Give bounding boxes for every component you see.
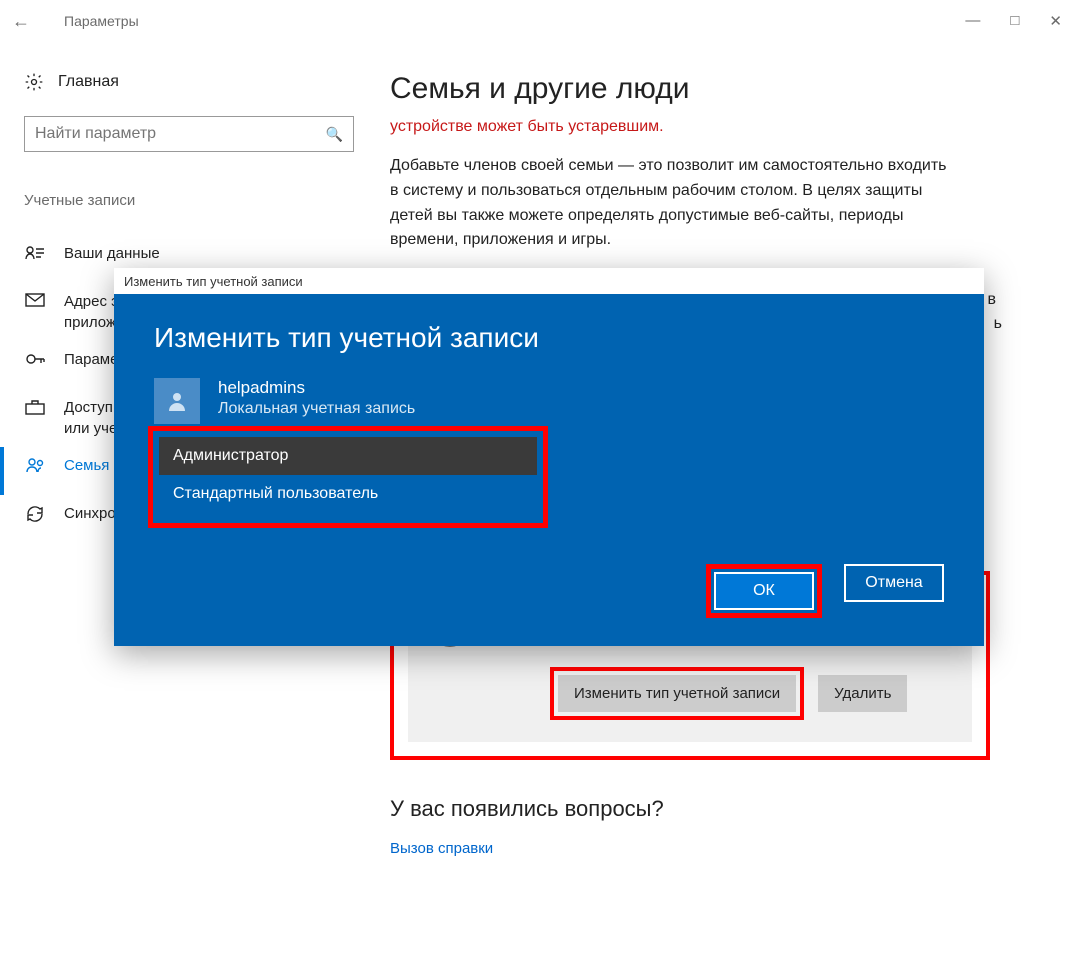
key-icon (24, 349, 46, 367)
avatar-icon (154, 378, 200, 424)
ok-button[interactable]: ОК (714, 572, 814, 610)
change-account-type-dialog: Изменить тип учетной записи Изменить тип… (114, 268, 984, 646)
people-icon (24, 455, 46, 473)
mail-icon (24, 291, 46, 307)
briefcase-icon (24, 397, 46, 415)
gear-icon (24, 72, 44, 92)
help-link[interactable]: Вызов справки (390, 840, 493, 857)
account-type-dropdown[interactable]: Администратор Стандартный пользователь (159, 437, 537, 513)
page-title: Семья и другие люди (390, 72, 1012, 106)
ok-button-highlight: ОК (706, 564, 822, 618)
sidebar-item-label: Ваши данные (64, 243, 160, 264)
maximize-icon[interactable]: □ (1010, 12, 1019, 30)
dialog-heading: Изменить тип учетной записи (154, 322, 944, 354)
section-heading: Учетные записи (24, 192, 390, 209)
home-label: Главная (58, 73, 119, 91)
dialog-titlebar: Изменить тип учетной записи (114, 268, 984, 296)
badge-icon (24, 243, 46, 261)
back-icon[interactable]: ← (12, 11, 36, 32)
search-input[interactable] (35, 125, 326, 143)
window-title: Параметры (64, 13, 139, 29)
close-icon[interactable]: ✕ (1049, 12, 1062, 30)
sync-icon (24, 503, 46, 523)
search-input-wrap[interactable]: 🔍 (24, 116, 354, 152)
change-type-highlight: Изменить тип учетной записи (550, 667, 804, 720)
cancel-button[interactable]: Отмена (844, 564, 944, 602)
minimize-icon[interactable]: — (965, 12, 980, 30)
change-type-button[interactable]: Изменить тип учетной записи (558, 675, 796, 712)
search-icon: 🔍 (326, 126, 343, 143)
clipped-text: в (988, 291, 997, 309)
home-link[interactable]: Главная (24, 72, 390, 92)
dialog-user-subtitle: Локальная учетная запись (218, 400, 415, 418)
warning-text: устройстве может быть устаревшим. (390, 118, 1012, 136)
account-type-dropdown-highlight: Администратор Стандартный пользователь (148, 426, 548, 528)
dialog-user-name: helpadmins (218, 378, 415, 398)
option-administrator[interactable]: Администратор (159, 437, 537, 475)
delete-button[interactable]: Удалить (818, 675, 907, 712)
option-standard-user[interactable]: Стандартный пользователь (159, 475, 537, 513)
clipped-text: ь (994, 315, 1002, 333)
window-titlebar: ← Параметры — □ ✕ (0, 0, 1082, 42)
questions-heading: У вас появились вопросы? (390, 796, 1012, 822)
intro-paragraph: Добавьте членов своей семьи — это позвол… (390, 154, 950, 253)
